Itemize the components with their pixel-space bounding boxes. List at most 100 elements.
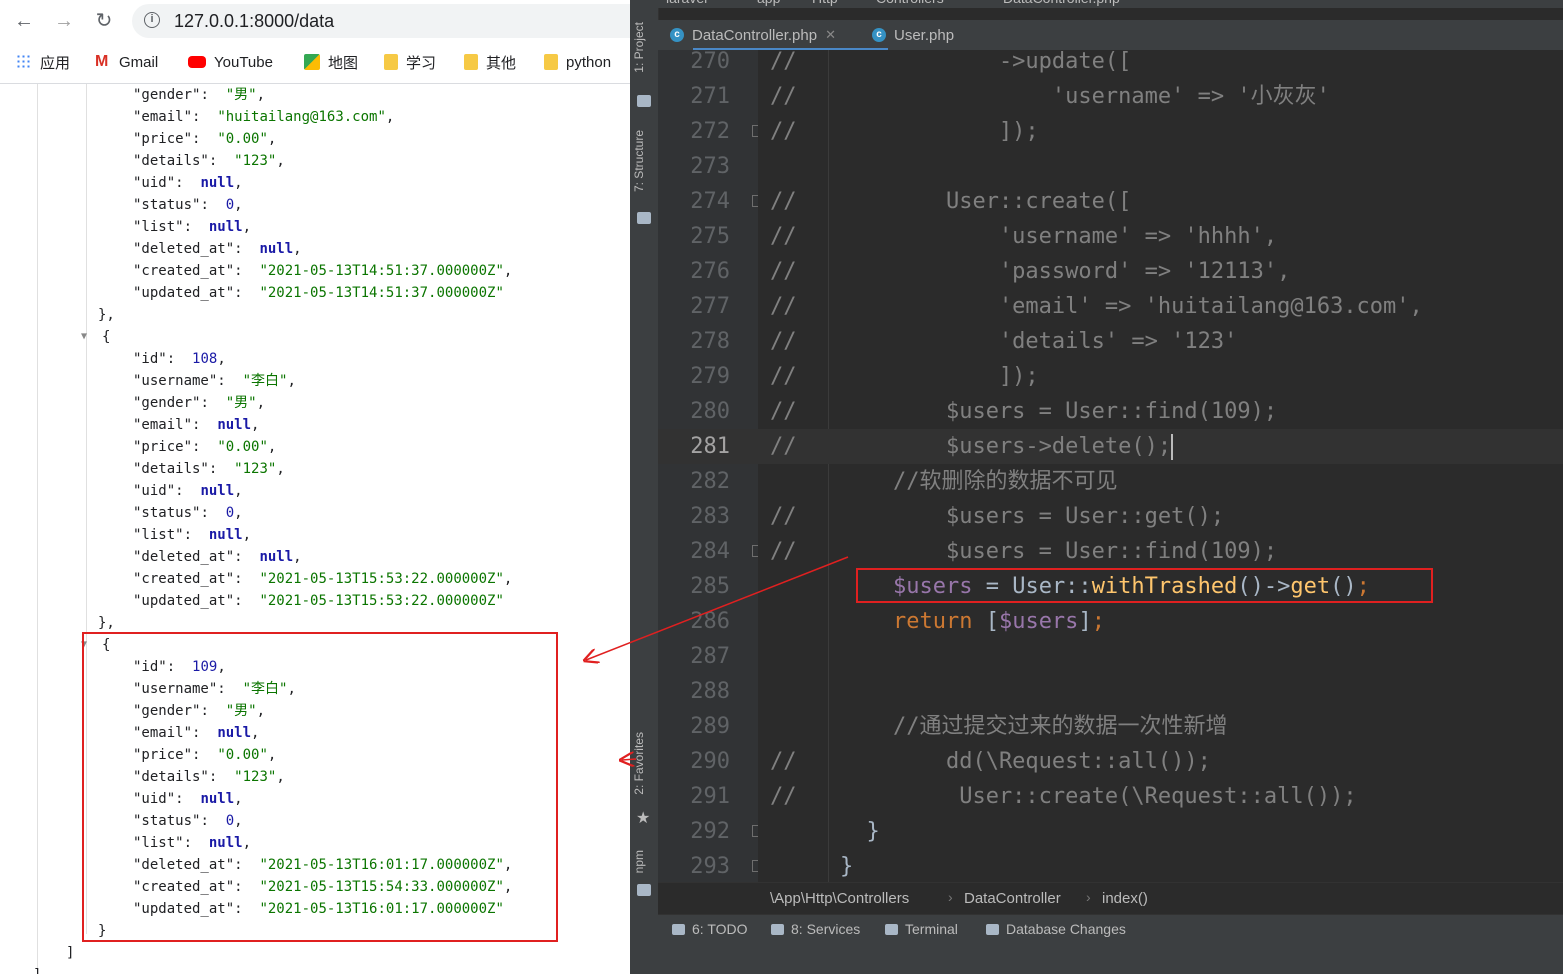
- json-comma: ,: [234, 483, 243, 499]
- json-property: "list": null,: [133, 216, 251, 238]
- json-property: "updated_at": "2021-05-13T14:51:37.00000…: [133, 282, 504, 304]
- code-line: //通过提交过来的数据一次性新增: [840, 709, 1228, 744]
- code-token: ]: [1078, 609, 1092, 634]
- json-colon: :: [200, 395, 226, 411]
- json-colon: :: [200, 87, 226, 103]
- nav-crumb[interactable]: app: [757, 0, 780, 6]
- bookmark-item[interactable]: 地图: [304, 52, 358, 72]
- top-navigation-bar: laravel app Http Controllers DataController.…: [630, 0, 1563, 8]
- bookmarks-bar: 应用 M Gmail YouTube 地图 学习 其他 python: [0, 46, 630, 78]
- code-token: }: [840, 854, 854, 879]
- code-line: 'username' => 'hhhh',: [840, 219, 1277, 254]
- bookmark-item[interactable]: YouTube: [188, 52, 273, 72]
- tool-window-button[interactable]: 8: Services: [771, 921, 860, 937]
- structure-icon[interactable]: [637, 212, 651, 224]
- json-property: "created_at": "2021-05-13T15:53:22.00000…: [133, 568, 512, 590]
- php-class-icon: c: [670, 28, 684, 42]
- breadcrumb-method[interactable]: index(): [1102, 890, 1148, 907]
- nav-crumb[interactable]: Http: [812, 0, 838, 6]
- project-tool-tab[interactable]: 1: Project: [632, 22, 646, 73]
- indent-guide: [828, 50, 829, 882]
- json-colon: :: [200, 505, 226, 521]
- json-colon: :: [175, 175, 201, 191]
- tool-window-button[interactable]: Database Changes: [986, 921, 1126, 937]
- tab-user[interactable]: c User.php: [872, 20, 954, 50]
- bookmark-label: 学习: [406, 54, 437, 72]
- forward-arrow-icon[interactable]: →: [52, 9, 76, 33]
- tool-window-label: Database Changes: [1006, 921, 1126, 937]
- favorites-tool-tab[interactable]: 2: Favorites: [632, 732, 646, 795]
- address-bar[interactable]: i 127.0.0.1:8000/data: [132, 4, 652, 38]
- bookmark-item[interactable]: python: [544, 52, 611, 72]
- close-icon[interactable]: ✕: [825, 27, 836, 43]
- json-value: "123": [234, 461, 277, 477]
- url-text[interactable]: 127.0.0.1:8000/data: [174, 11, 334, 32]
- json-property: "status": 0,: [133, 502, 243, 524]
- code-token: //通过提交过来的数据一次性新增: [840, 714, 1228, 739]
- tool-window-button[interactable]: 6: TODO: [672, 921, 748, 937]
- npm-tool-tab[interactable]: npm: [632, 850, 646, 873]
- json-property: "email": null,: [133, 414, 259, 436]
- folder-icon: [384, 54, 398, 70]
- json-bracket: },: [98, 307, 115, 323]
- json-value: "男": [225, 395, 257, 411]
- json-key: "list": [133, 527, 184, 543]
- json-colon: :: [234, 593, 260, 609]
- json-key: "updated_at": [133, 285, 235, 301]
- code-token: ]);: [840, 364, 1039, 389]
- line-comment-marker: //: [770, 364, 797, 389]
- json-comma: ,: [293, 241, 302, 257]
- php-class-icon: c: [872, 28, 886, 42]
- bookmark-item[interactable]: 应用: [16, 52, 70, 72]
- line-number-gutter: 270 271 272 273 274 275 276 277 278 279 280 281 282 2…: [658, 49, 762, 882]
- json-key: "uid": [133, 175, 176, 191]
- nav-crumb[interactable]: Controllers: [876, 0, 944, 6]
- gmail-icon: M: [95, 53, 109, 70]
- ide-window: 1: Project 7: Structure 2: Favorites ★ n…: [630, 0, 1563, 974]
- bookmark-item[interactable]: 学习: [384, 52, 436, 72]
- code-breadcrumb: \App\Http\Controllers › DataController ›…: [658, 882, 1563, 915]
- folder-icon[interactable]: [637, 95, 651, 107]
- nav-crumb[interactable]: laravel: [666, 0, 707, 6]
- json-property: "updated_at": "2021-05-13T15:53:22.00000…: [133, 590, 504, 612]
- reload-icon[interactable]: ↻: [92, 9, 116, 33]
- apps-grid-icon: [16, 54, 32, 70]
- bookmark-item[interactable]: M Gmail: [95, 52, 158, 72]
- json-property: "deleted_at": null,: [133, 546, 302, 568]
- structure-tool-tab[interactable]: 7: Structure: [632, 130, 646, 192]
- code-token: User::create([: [840, 189, 1132, 214]
- bookmark-item[interactable]: 其他: [464, 52, 516, 72]
- json-colon: :: [234, 263, 260, 279]
- code-line: 'details' => '123': [840, 324, 1237, 359]
- code-token: ->update([: [840, 50, 1132, 74]
- code-line: $users = User::find(109);: [840, 394, 1277, 429]
- back-arrow-icon[interactable]: ←: [12, 9, 36, 33]
- collapse-toggle-icon[interactable]: ▼: [81, 331, 87, 342]
- code-token: $users = User::get();: [840, 504, 1225, 529]
- npm-icon[interactable]: [637, 884, 651, 896]
- line-number: 288: [690, 679, 730, 704]
- json-comma: ,: [242, 527, 252, 543]
- json-bracket: ]: [33, 964, 41, 974]
- json-comma: ,: [385, 109, 395, 125]
- code-editor[interactable]: // ->update([// 'username' => '小灰灰' // ])…: [758, 50, 1563, 882]
- json-comma: ,: [242, 219, 252, 235]
- breadcrumb-class[interactable]: DataController: [964, 890, 1061, 907]
- code-line: User::create(\Request::all());: [840, 779, 1356, 814]
- code-token: $users = User::find(109);: [840, 399, 1278, 424]
- line-number: 276: [690, 259, 730, 284]
- breadcrumb-separator: ›: [1086, 889, 1091, 905]
- breadcrumb-namespace[interactable]: \App\Http\Controllers: [770, 890, 909, 907]
- line-comment-marker: //: [770, 189, 797, 214]
- json-colon: :: [183, 219, 209, 235]
- tool-window-button[interactable]: Terminal: [885, 921, 958, 937]
- bottom-status-strip: [630, 944, 1563, 974]
- left-tool-strip: 1: Project 7: Structure 2: Favorites ★ n…: [630, 0, 659, 974]
- line-number: 281: [690, 434, 730, 459]
- json-bracket: },: [98, 615, 115, 631]
- json-key: "username": [133, 373, 218, 389]
- json-value: null: [208, 219, 243, 235]
- star-icon[interactable]: ★: [636, 808, 650, 828]
- site-info-icon[interactable]: i: [144, 12, 160, 28]
- nav-crumb[interactable]: DataController.php: [1003, 0, 1120, 6]
